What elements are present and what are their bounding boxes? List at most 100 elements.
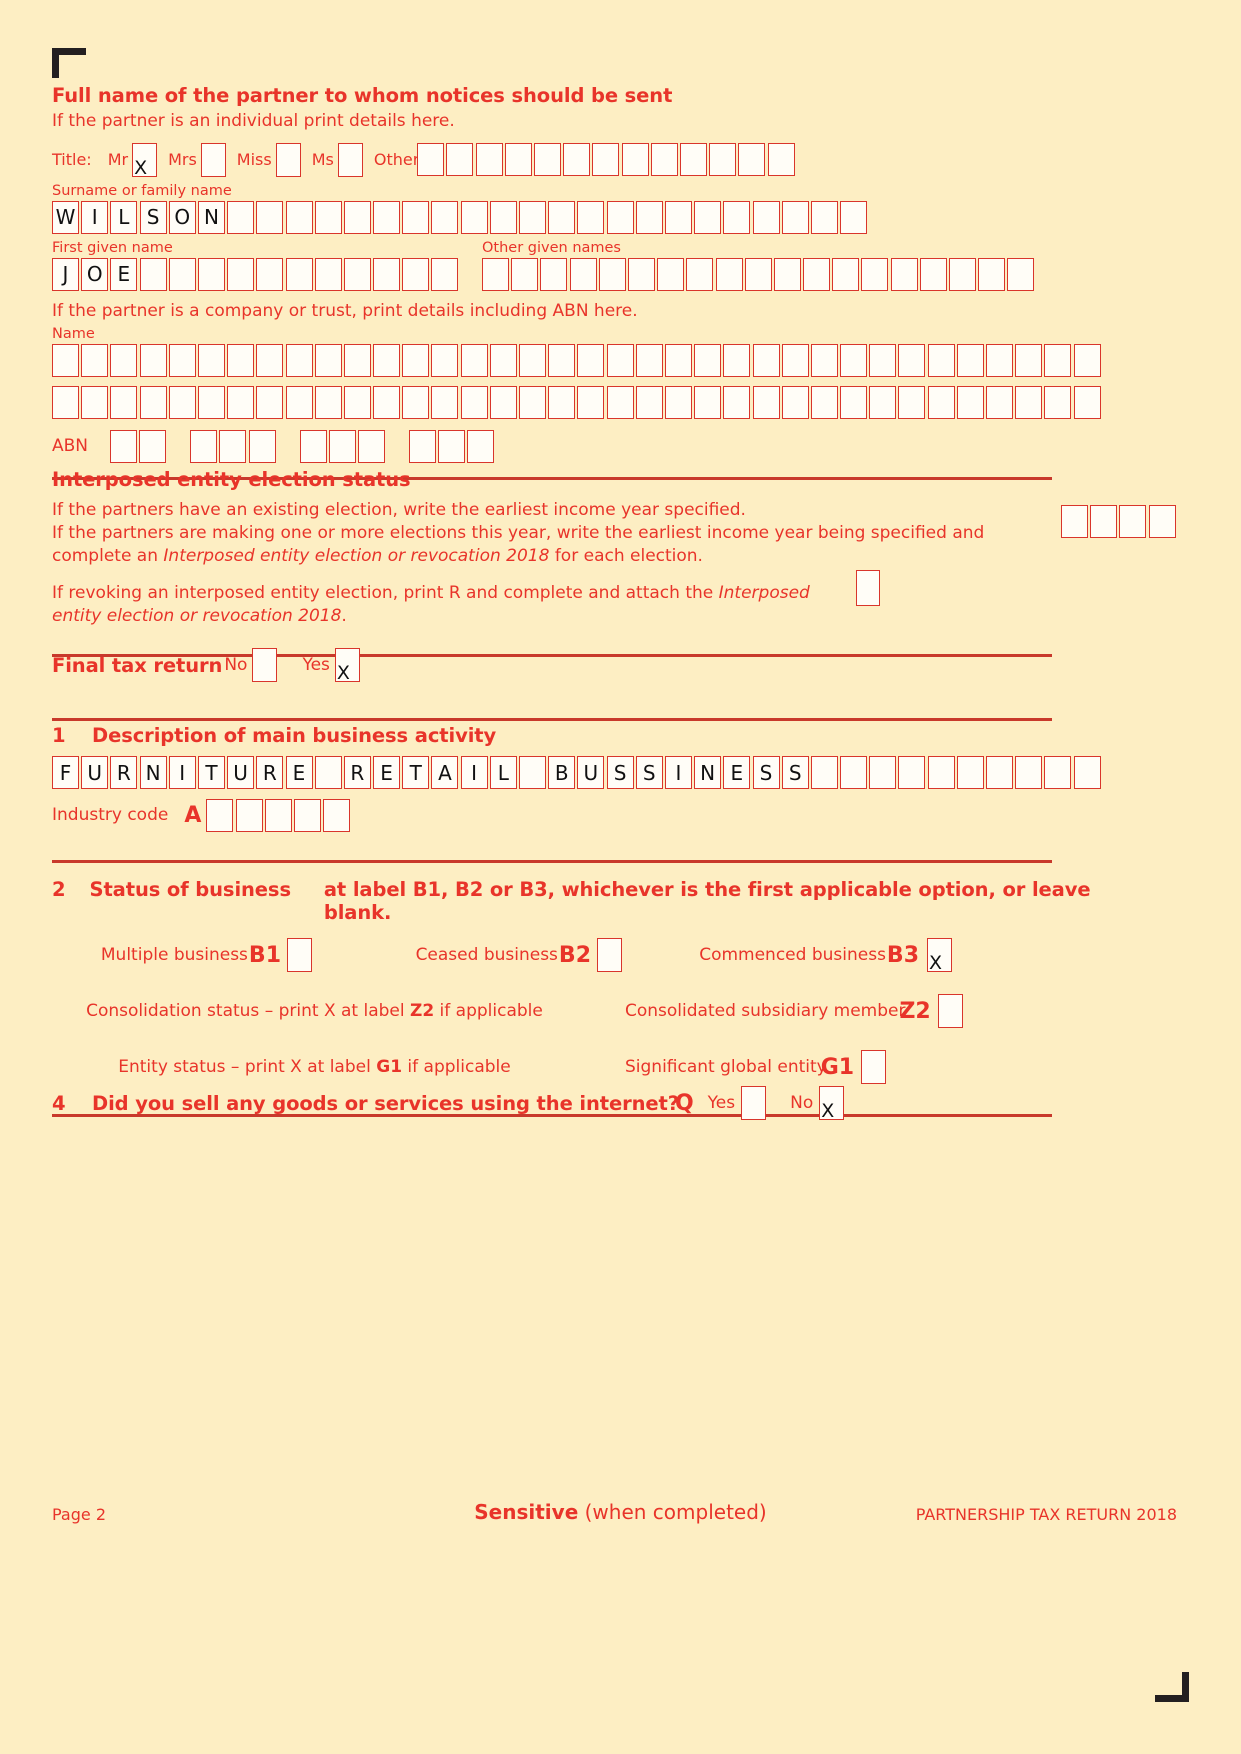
char-box[interactable] xyxy=(227,257,255,291)
char-box[interactable] xyxy=(627,257,655,291)
char-box[interactable]: O xyxy=(81,257,109,291)
abn-char-box[interactable] xyxy=(328,429,356,463)
char-box[interactable]: L xyxy=(489,756,517,789)
char-box[interactable] xyxy=(460,200,488,234)
char-box[interactable] xyxy=(709,143,737,177)
abn-char-box[interactable] xyxy=(299,429,327,463)
char-box[interactable] xyxy=(635,385,663,419)
char-box[interactable] xyxy=(511,257,539,291)
char-box[interactable] xyxy=(489,385,517,419)
char-box[interactable] xyxy=(752,385,780,419)
char-box[interactable] xyxy=(664,343,692,377)
char-box[interactable]: S xyxy=(635,756,663,789)
char-box[interactable] xyxy=(314,385,342,419)
char-box[interactable] xyxy=(110,385,138,419)
option-b1-checkbox[interactable] xyxy=(287,938,312,972)
char-box[interactable] xyxy=(738,143,766,177)
char-box[interactable] xyxy=(52,385,79,419)
char-box[interactable] xyxy=(949,257,976,291)
char-box[interactable] xyxy=(840,200,868,234)
char-box[interactable] xyxy=(323,799,351,832)
char-box[interactable] xyxy=(650,143,678,177)
char-box[interactable] xyxy=(956,343,984,377)
char-box[interactable] xyxy=(431,385,459,419)
char-box[interactable]: S xyxy=(752,756,780,789)
char-box[interactable]: I xyxy=(664,756,692,789)
char-box[interactable] xyxy=(577,385,605,419)
char-box[interactable] xyxy=(781,385,809,419)
title-other-boxes[interactable] xyxy=(417,143,796,177)
char-box[interactable] xyxy=(548,200,576,234)
char-box[interactable] xyxy=(314,756,342,789)
char-box[interactable] xyxy=(235,799,263,832)
char-box[interactable] xyxy=(606,343,634,377)
company-name-line2-boxes[interactable] xyxy=(52,385,1101,419)
char-box[interactable] xyxy=(431,200,459,234)
title-mrs-checkbox[interactable] xyxy=(200,142,226,177)
abn-char-box[interactable] xyxy=(110,429,137,463)
industry-code-boxes[interactable] xyxy=(206,799,352,832)
char-box[interactable]: E xyxy=(110,257,138,291)
option-b3-checkbox[interactable]: X xyxy=(927,938,952,973)
char-box[interactable]: R xyxy=(343,756,371,789)
char-box[interactable] xyxy=(402,343,430,377)
char-box[interactable] xyxy=(956,385,984,419)
char-box[interactable] xyxy=(890,257,918,291)
char-box[interactable] xyxy=(314,200,342,234)
char-box[interactable] xyxy=(577,200,605,234)
char-box[interactable] xyxy=(986,756,1013,789)
char-box[interactable] xyxy=(1007,257,1035,291)
char-box[interactable] xyxy=(1148,505,1176,538)
char-box[interactable]: E xyxy=(285,756,313,789)
char-box[interactable] xyxy=(197,343,225,377)
section-4-yes-checkbox[interactable] xyxy=(741,1086,767,1120)
abn-char-box[interactable] xyxy=(139,429,167,463)
char-box[interactable]: T xyxy=(402,756,430,789)
char-box[interactable] xyxy=(168,343,196,377)
char-box[interactable] xyxy=(592,143,620,177)
char-box[interactable]: R xyxy=(110,756,138,789)
char-box[interactable]: I xyxy=(460,756,488,789)
char-box[interactable] xyxy=(475,143,503,177)
char-box[interactable] xyxy=(489,200,517,234)
char-box[interactable] xyxy=(715,257,743,291)
char-box[interactable] xyxy=(227,343,255,377)
char-box[interactable] xyxy=(373,200,401,234)
char-box[interactable] xyxy=(606,200,634,234)
char-box[interactable]: F xyxy=(52,756,79,789)
char-box[interactable] xyxy=(1073,385,1101,419)
char-box[interactable] xyxy=(1061,505,1088,538)
significant-global-entity-checkbox[interactable] xyxy=(861,1050,887,1084)
char-box[interactable]: S xyxy=(781,756,809,789)
char-box[interactable] xyxy=(723,343,751,377)
char-box[interactable] xyxy=(752,200,780,234)
char-box[interactable] xyxy=(417,143,445,177)
char-box[interactable] xyxy=(1090,505,1118,538)
char-box[interactable] xyxy=(686,257,714,291)
char-box[interactable] xyxy=(869,756,897,789)
char-box[interactable]: N xyxy=(197,200,225,234)
char-box[interactable] xyxy=(343,257,371,291)
title-ms-checkbox[interactable] xyxy=(337,142,363,177)
char-box[interactable] xyxy=(343,200,371,234)
char-box[interactable] xyxy=(285,385,313,419)
char-box[interactable] xyxy=(197,257,225,291)
first-given-name-boxes[interactable]: JOE xyxy=(52,257,482,291)
char-box[interactable] xyxy=(694,200,722,234)
char-box[interactable] xyxy=(1119,505,1147,538)
abn-char-box[interactable] xyxy=(467,429,495,463)
char-box[interactable] xyxy=(1044,385,1072,419)
char-box[interactable] xyxy=(519,343,546,377)
char-box[interactable] xyxy=(563,143,591,177)
char-box[interactable] xyxy=(460,385,488,419)
char-box[interactable] xyxy=(723,200,751,234)
char-box[interactable] xyxy=(679,143,707,177)
char-box[interactable] xyxy=(1015,756,1043,789)
char-box[interactable] xyxy=(986,385,1013,419)
char-box[interactable] xyxy=(635,343,663,377)
char-box[interactable] xyxy=(767,143,795,177)
char-box[interactable] xyxy=(343,385,371,419)
char-box[interactable] xyxy=(343,343,371,377)
char-box[interactable] xyxy=(927,385,955,419)
char-box[interactable] xyxy=(919,257,947,291)
